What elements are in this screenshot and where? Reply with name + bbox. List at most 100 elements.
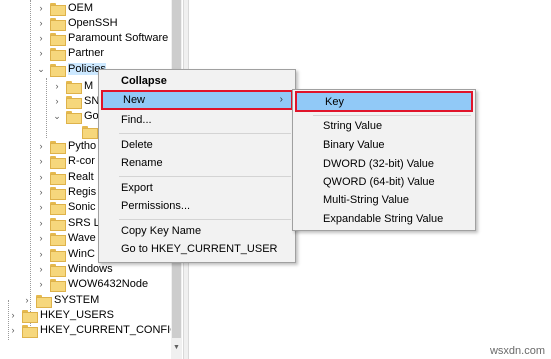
folder-icon [50,201,66,215]
folder-icon [50,140,66,154]
menu-item-label: Rename [121,157,163,169]
tree-guide-line [46,78,47,138]
tree-item-label: HKEY_CURRENT_CONFIG [40,324,179,336]
submenu-item-dword-value[interactable]: DWORD (32-bit) Value [295,155,473,173]
menu-separator [119,219,291,220]
expand-icon[interactable]: › [36,33,46,43]
tree-item-label: Partner [68,47,105,59]
folder-icon [50,2,66,16]
tree-item-label: SN [84,95,100,107]
scroll-down-icon[interactable]: ▼ [171,342,182,354]
menu-item-delete[interactable]: Delete [101,136,293,154]
tree-item-hkey-current-config[interactable]: › HKEY_CURRENT_CONFIG [8,321,179,339]
folder-icon [50,32,66,46]
expand-icon[interactable]: › [8,325,18,335]
tree-item-label: SRS L [68,217,100,229]
expand-icon[interactable]: › [36,156,46,166]
expand-icon[interactable]: › [22,295,32,305]
menu-item-rename[interactable]: Rename [101,154,293,172]
expand-icon[interactable]: › [36,279,46,289]
tree-item-policies[interactable]: ⌄ Policies [36,60,106,78]
expand-icon[interactable]: › [36,202,46,212]
folder-icon [50,17,66,31]
collapse-icon[interactable]: ⌄ [52,111,62,122]
tree-item-label: HKEY_USERS [40,309,114,321]
menu-item-label: Permissions... [121,200,191,212]
folder-icon [50,232,66,246]
submenu-arrow-icon: › [279,94,283,105]
tree-item-label: OpenSSH [68,17,118,29]
expand-icon[interactable]: › [52,96,62,106]
tree-item-label: Go [84,110,99,122]
menu-item-label: Copy Key Name [121,225,202,237]
menu-item-label: Binary Value [323,139,385,151]
menu-separator [119,133,291,134]
folder-icon [50,47,66,61]
expand-icon[interactable]: › [36,249,46,259]
menu-item-new[interactable]: New › [101,90,293,110]
menu-item-label: Key [325,95,344,108]
tree-item-label: WOW6432Node [68,278,149,290]
expand-icon[interactable]: › [36,3,46,13]
menu-separator [313,115,471,116]
menu-item-find[interactable]: Find... [101,111,293,129]
submenu-item-qword-value[interactable]: QWORD (64-bit) Value [295,173,473,191]
folder-icon [50,278,66,292]
submenu-item-binary-value[interactable]: Binary Value [295,136,473,154]
menu-item-copy-key-name[interactable]: Copy Key Name [101,222,293,240]
expand-icon[interactable]: › [36,187,46,197]
expand-icon[interactable]: › [52,81,62,91]
folder-icon [50,155,66,169]
tree-item-label: WinC [68,248,95,260]
expand-icon[interactable]: › [8,310,18,320]
folder-icon [50,263,66,277]
menu-separator [119,176,291,177]
menu-item-label: Export [121,182,153,194]
folder-icon [22,309,38,323]
tree-item-label: Wave [68,232,96,244]
folder-icon [50,248,66,262]
expand-icon[interactable]: › [36,172,46,182]
menu-item-label: New [123,94,146,106]
menu-item-label: Find... [121,114,152,126]
expand-icon[interactable]: › [36,18,46,28]
menu-item-label: Collapse [121,75,167,87]
expand-icon[interactable]: › [36,233,46,243]
menu-item-export[interactable]: Export [101,179,293,197]
watermark: wsxdn.com [489,345,545,357]
submenu-item-key[interactable]: Key [295,91,473,112]
menu-item-collapse[interactable]: Collapse [101,72,293,90]
menu-item-go-to-hkcu[interactable]: Go to HKEY_CURRENT_USER [101,240,293,258]
tree-guide-line [30,0,31,338]
expand-icon[interactable]: › [36,218,46,228]
folder-icon [22,324,38,338]
folder-icon [50,186,66,200]
folder-icon [50,171,66,185]
menu-item-label: Multi-String Value [323,194,409,206]
menu-item-label: DWORD (32-bit) Value [323,158,435,170]
expand-icon[interactable]: › [36,141,46,151]
folder-icon [50,217,66,231]
folder-icon [36,294,52,308]
folder-icon [66,95,82,109]
folder-icon [50,63,66,77]
tree-item-label: Paramount Software ( [68,32,175,44]
menu-item-label: Go to HKEY_CURRENT_USER [121,243,278,255]
folder-icon [66,80,82,94]
collapse-icon[interactable]: ⌄ [36,64,46,75]
submenu-item-multi-string-value[interactable]: Multi-String Value [295,191,473,209]
tree-item-label: M [84,80,94,92]
menu-item-permissions[interactable]: Permissions... [101,197,293,215]
folder-icon [82,125,98,139]
context-menu: Collapse New › Find... Delete Rename Exp… [98,69,296,263]
tree-item-label: Windows [68,263,113,275]
tree-item-label: OEM [68,2,94,14]
new-submenu: Key String Value Binary Value DWORD (32-… [292,89,476,231]
submenu-item-string-value[interactable]: String Value [295,117,473,135]
menu-item-label: QWORD (64-bit) Value [323,176,435,188]
expand-icon[interactable]: › [36,48,46,58]
expand-icon[interactable]: › [36,264,46,274]
menu-item-label: Delete [121,139,153,151]
menu-item-label: String Value [323,120,383,132]
submenu-item-expandable-string-value[interactable]: Expandable String Value [295,210,473,228]
